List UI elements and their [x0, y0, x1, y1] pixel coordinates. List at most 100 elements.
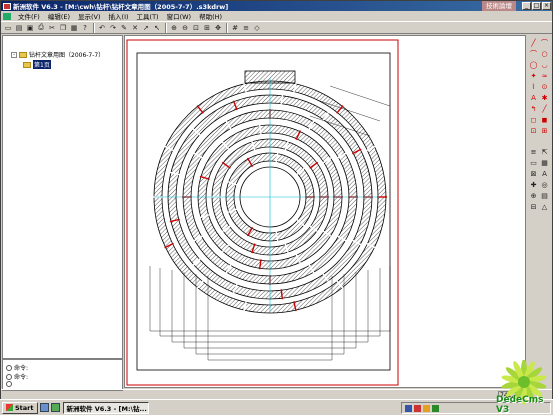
cut-icon[interactable]: ✂: [47, 23, 57, 33]
draw-tool-icon[interactable]: ≈: [540, 72, 549, 81]
menu-file[interactable]: 文件(F): [14, 11, 44, 21]
ime-icon[interactable]: [405, 404, 412, 412]
draw-tool-icon[interactable]: ▭: [529, 159, 538, 168]
arrow-icon[interactable]: ↖: [152, 23, 162, 33]
watermark-text: DedeCms V3: [496, 395, 544, 415]
quicklaunch-desktop-icon[interactable]: [39, 403, 49, 412]
menu-edit[interactable]: 编辑(E): [44, 11, 74, 21]
draw-tool-icon[interactable]: ✚: [529, 181, 538, 190]
zoom-in-icon[interactable]: ⊕: [169, 23, 179, 33]
tree-root-label: 钻杆文章用图（2006-7-7）: [29, 52, 105, 59]
zoom-fit-icon[interactable]: ⊞: [202, 23, 212, 33]
collapse-icon[interactable]: -: [11, 51, 17, 58]
minimize-button[interactable]: _: [522, 2, 531, 10]
draw-tool-icon[interactable]: ⌒: [529, 50, 538, 59]
command-input-row[interactable]: [6, 381, 14, 387]
select-icon[interactable]: ➚: [141, 23, 151, 33]
draw-tool-icon[interactable]: ≡: [529, 148, 538, 157]
network-icon[interactable]: [423, 404, 430, 412]
menu-window[interactable]: 窗口(W): [163, 11, 196, 21]
drawing-canvas[interactable]: [124, 35, 526, 388]
draw-tool-icon[interactable]: ◼: [540, 116, 549, 125]
menu-insert[interactable]: 插入(I): [105, 11, 133, 21]
command-icon: [6, 364, 12, 371]
start-label: Start: [15, 403, 34, 412]
draw-tool-icon[interactable]: ⊕: [529, 192, 538, 201]
new-icon[interactable]: ▭: [3, 23, 13, 33]
paste-icon[interactable]: ▦: [69, 23, 79, 33]
draw-tool-icon[interactable]: △: [540, 203, 549, 212]
command-text: 命令:: [14, 374, 29, 381]
draw-tool-icon[interactable]: ↰: [529, 105, 538, 114]
draw-tool-icon[interactable]: ◎: [540, 181, 549, 190]
draw-tool-icon[interactable]: ◡: [540, 61, 549, 70]
draw-tool-icon[interactable]: ⊠: [529, 170, 538, 179]
command-text: 命令:: [14, 365, 29, 372]
copy-icon[interactable]: ❐: [58, 23, 68, 33]
draw-tool-icon[interactable]: ▤: [540, 192, 549, 201]
redo-icon[interactable]: ↷: [108, 23, 118, 33]
save-icon[interactable]: ▣: [25, 23, 35, 33]
title-bar: 新洲软件 V6.3 - [M:\cwh\钻杆\钻杆文章用图（2005-7-7）.…: [1, 1, 552, 11]
pen-icon[interactable]: ✎: [119, 23, 129, 33]
leader-line: [329, 85, 391, 107]
draw-tool-icon[interactable]: ╱: [529, 39, 538, 48]
draw-tool-icon[interactable]: ╱: [540, 105, 549, 114]
taskbar-app-label: 新洲软件 V6.3 - [M:\钻...: [66, 404, 147, 413]
close-button[interactable]: ×: [542, 2, 551, 10]
undo-icon[interactable]: ↶: [97, 23, 107, 33]
command-panel: 命令: 命令:: [2, 359, 123, 391]
windows-logo-icon: [6, 404, 13, 411]
zoom-window-icon[interactable]: ⊡: [191, 23, 201, 33]
delete-icon[interactable]: ✕: [130, 23, 140, 33]
draw-tool-icon[interactable]: ⊞: [540, 127, 549, 136]
tree-page-item[interactable]: 第1页: [23, 60, 51, 69]
draw-tool-icon[interactable]: ⊡: [529, 127, 538, 136]
draw-tool-icon[interactable]: ◻: [529, 116, 538, 125]
drill-pipe-drawing[interactable]: [125, 36, 525, 387]
draw-tool-icon[interactable]: A: [529, 94, 538, 103]
draw-tool-icon[interactable]: ⊟: [529, 203, 538, 212]
menu-help[interactable]: 帮助(H): [195, 11, 226, 21]
quicklaunch-browser-icon[interactable]: [50, 403, 60, 412]
draw-tool-icon[interactable]: ⊙: [540, 83, 549, 92]
grid-icon[interactable]: #: [230, 23, 240, 33]
draw-tool-icon[interactable]: ⌇: [529, 83, 538, 92]
command-line: 命令:: [6, 363, 28, 372]
draw-tool-icon[interactable]: ⌒: [540, 39, 549, 48]
layer-icon[interactable]: ≡: [241, 23, 251, 33]
window-title: 新洲软件 V6.3 - [M:\cwh\钻杆\钻杆文章用图（2005-7-7）.…: [13, 3, 229, 11]
taskbar: Start 新洲软件 V6.3 - [M:\钻...: [0, 399, 553, 415]
command-icon: [6, 381, 12, 387]
tree-page-label: 第1页: [33, 60, 51, 69]
pan-icon[interactable]: ✥: [213, 23, 223, 33]
toolbar-separator: [93, 22, 95, 33]
start-button[interactable]: Start: [2, 401, 38, 414]
print-icon[interactable]: ⎙: [36, 23, 46, 33]
draw-tool-icon[interactable]: ◯: [529, 61, 538, 70]
page-icon: [23, 61, 31, 68]
snap-icon[interactable]: ◇: [252, 23, 262, 33]
toolbar-separator: [226, 22, 228, 33]
command-icon: [6, 373, 12, 380]
menu-bar: 文件(F) 编辑(E) 显示(V) 插入(I) 工具(T) 窗口(W) 帮助(H…: [1, 11, 552, 21]
taskbar-app-button[interactable]: 新洲软件 V6.3 - [M:\钻...: [62, 401, 149, 414]
zoom-out-icon[interactable]: ⊖: [180, 23, 190, 33]
draw-tool-icon[interactable]: ✦: [529, 72, 538, 81]
menu-view[interactable]: 显示(V): [74, 11, 105, 21]
draw-tool-icon[interactable]: ⇱: [540, 148, 549, 157]
tree-root[interactable]: - 钻杆文章用图（2006-7-7）: [11, 50, 104, 59]
draw-tool-icon[interactable]: ▦: [540, 159, 549, 168]
draw-tool-icon[interactable]: A: [540, 170, 549, 179]
antivirus-icon[interactable]: [414, 404, 421, 412]
open-icon[interactable]: ▤: [14, 23, 24, 33]
draw-tool-icon[interactable]: ○: [540, 50, 549, 59]
help-icon[interactable]: ?: [80, 23, 90, 33]
folder-icon: [19, 51, 27, 58]
menu-tools[interactable]: 工具(T): [133, 11, 163, 21]
maximize-button[interactable]: □: [532, 2, 541, 10]
command-line: 命令:: [6, 372, 28, 381]
draw-tool-icon[interactable]: ✱: [540, 94, 549, 103]
volume-icon[interactable]: [432, 404, 439, 412]
main-toolbar: ▭ ▤ ▣ ⎙ ✂ ❐ ▦? ↶ ↷ ✎ ✕ ➚ ↖ ⊕ ⊖ ⊡ ⊞ ✥ # ≡ ◇: [1, 21, 552, 34]
